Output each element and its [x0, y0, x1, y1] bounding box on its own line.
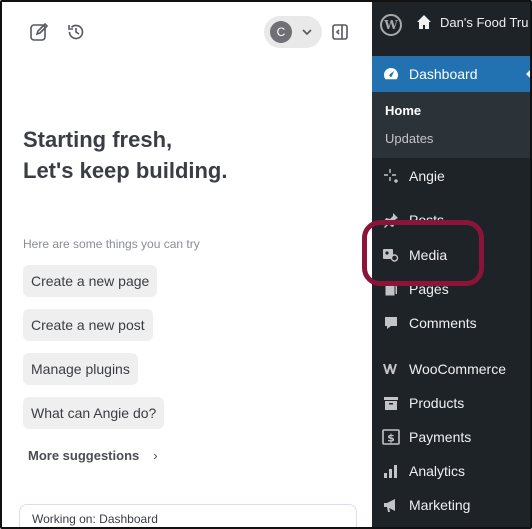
hero-line-2: Let's keep building.	[23, 158, 228, 183]
menu-analytics-label: Analytics	[409, 463, 466, 479]
megaphone-icon	[382, 496, 400, 514]
menu-angie[interactable]: Angie	[372, 160, 530, 192]
menu-products-label: Products	[409, 395, 465, 411]
menu-payments[interactable]: $ Payments	[372, 421, 530, 453]
site-name-label: Dan's Food Tru	[440, 14, 529, 30]
archive-icon	[382, 394, 400, 412]
menu-posts[interactable]: Posts	[372, 204, 530, 236]
more-suggestions-label: More suggestions	[28, 448, 140, 463]
suggestion-manage-plugins[interactable]: Manage plugins	[23, 353, 138, 385]
chevron-down-icon	[302, 29, 312, 36]
wp-admin-bar: W Dan's Food Tru	[372, 2, 530, 48]
page-title: Starting fresh, Let's keep building.	[23, 124, 227, 186]
suggestion-what-can-angie-do[interactable]: What can Angie do?	[23, 397, 165, 429]
menu-analytics[interactable]: Analytics	[372, 455, 530, 487]
submenu-updates[interactable]: Updates	[385, 131, 433, 146]
screenshot-frame: C Starting fresh, Let's keep building. H…	[0, 0, 532, 529]
menu-marketing-label: Marketing	[409, 497, 471, 513]
svg-text:$: $	[387, 432, 395, 445]
comment-icon	[382, 314, 400, 332]
bar-chart-icon	[382, 462, 400, 480]
menu-media[interactable]: Media	[372, 239, 530, 271]
dollar-icon: $	[382, 428, 400, 446]
history-icon[interactable]	[64, 20, 88, 44]
sparkle-icon	[382, 167, 400, 185]
submenu-home[interactable]: Home	[385, 103, 421, 118]
current-menu-indicator	[526, 66, 530, 82]
suggestions-hint: Here are some things you can try	[23, 237, 200, 251]
hero-line-1: Starting fresh,	[23, 127, 173, 152]
dashboard-submenu: Home Updates	[372, 92, 530, 158]
wp-admin-sidebar: W Dan's Food Tru Dashboard Home Updates …	[372, 2, 530, 527]
menu-marketing[interactable]: Marketing	[372, 489, 530, 521]
menu-woocommerce[interactable]: WooCommerce	[372, 353, 530, 385]
menu-angie-label: Angie	[409, 168, 445, 184]
wordpress-logo-icon[interactable]: W	[380, 14, 402, 36]
suggestion-create-post[interactable]: Create a new post	[23, 309, 153, 341]
media-icon	[382, 246, 400, 264]
account-menu[interactable]: C	[264, 16, 322, 48]
new-chat-icon[interactable]	[27, 20, 51, 44]
working-on-prefix: Working on:	[32, 512, 100, 526]
menu-dashboard-label: Dashboard	[409, 66, 478, 82]
pin-icon	[382, 211, 400, 229]
avatar: C	[270, 21, 292, 43]
menu-woocommerce-label: WooCommerce	[409, 361, 506, 377]
chevron-right-icon: ›	[153, 448, 158, 463]
dashboard-gauge-icon	[382, 65, 400, 83]
woocommerce-icon	[382, 360, 400, 378]
working-on-value: Dashboard	[99, 512, 158, 526]
menu-comments[interactable]: Comments	[372, 307, 530, 339]
angie-panel: C Starting fresh, Let's keep building. H…	[2, 2, 372, 527]
site-name-link[interactable]: Dan's Food Tru	[416, 14, 528, 30]
menu-posts-label: Posts	[409, 212, 445, 228]
pages-icon	[382, 280, 400, 298]
menu-pages-label: Pages	[409, 281, 449, 297]
menu-products[interactable]: Products	[372, 387, 530, 419]
menu-payments-label: Payments	[409, 429, 472, 445]
more-suggestions-button[interactable]: More suggestions ›	[28, 448, 158, 463]
menu-media-label: Media	[409, 247, 448, 263]
working-on-context: Working on: Dashboard	[19, 504, 357, 527]
home-icon	[417, 15, 431, 29]
menu-pages[interactable]: Pages	[372, 273, 530, 305]
sidebar-toggle-icon[interactable]	[328, 20, 352, 44]
suggestion-create-page[interactable]: Create a new page	[23, 265, 158, 297]
menu-dashboard[interactable]: Dashboard	[372, 56, 530, 92]
menu-comments-label: Comments	[409, 315, 477, 331]
